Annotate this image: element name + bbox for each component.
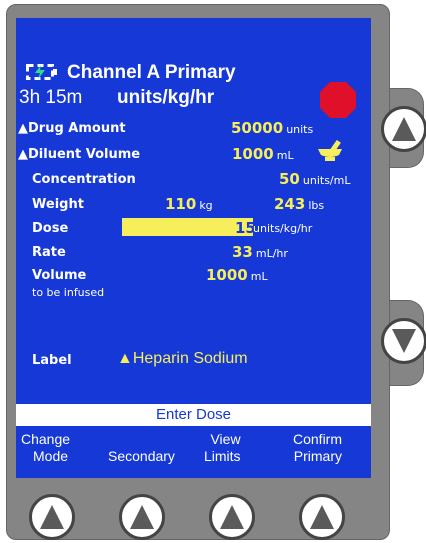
- scroll-up-button[interactable]: [381, 106, 426, 152]
- weight-kg-group[interactable]: 110 kg: [165, 195, 213, 214]
- weight-kg-value: 110: [165, 195, 197, 213]
- drug-amount-label: ▲Drug Amount: [18, 121, 126, 136]
- rate-unit: mL/hr: [255, 247, 288, 260]
- scroll-down-button[interactable]: [381, 318, 426, 364]
- softkey-view-limits-line1: View: [210, 431, 241, 447]
- softkey-button-4[interactable]: [299, 494, 345, 540]
- diluent-volume-value: 1000: [232, 145, 274, 163]
- softkey-secondary-line1: [108, 431, 175, 448]
- weight-lbs-unit: lbs: [308, 199, 325, 212]
- softkey-change-mode: Change Mode: [21, 431, 70, 465]
- up-arrow-icon: [130, 505, 154, 529]
- rate-value: 33: [232, 243, 253, 261]
- volume-label: Volume: [32, 268, 87, 283]
- softkey-button-3[interactable]: [209, 494, 255, 540]
- down-arrow-icon: [392, 329, 416, 353]
- dose-units-header: units/kg/hr: [117, 87, 215, 108]
- diluent-volume-label: ▲Diluent Volume: [18, 147, 141, 162]
- weight-kg-unit: kg: [199, 199, 213, 212]
- volume-value-group[interactable]: 1000 mL: [206, 266, 268, 285]
- weight-label: Weight: [32, 197, 84, 212]
- diluent-volume-unit: mL: [276, 149, 294, 162]
- rate-label: Rate: [32, 245, 66, 260]
- softkey-confirm-primary-line2: Primary: [293, 448, 343, 464]
- volume-value: 1000: [206, 266, 248, 284]
- stop-icon[interactable]: [319, 81, 357, 119]
- softkey-button-1[interactable]: [29, 494, 75, 540]
- drug-label-value: ▲Heparin Sodium: [117, 350, 248, 367]
- softkey-button-2[interactable]: [119, 494, 165, 540]
- concentration-value-group: 50 units/mL: [279, 170, 350, 189]
- softkey-confirm-primary: Confirm Primary: [293, 431, 342, 465]
- prompt-bar: Enter Dose: [16, 404, 371, 426]
- time-remaining: 3h 15m: [19, 87, 83, 108]
- concentration-label: Concentration: [32, 172, 136, 187]
- up-arrow-icon: [392, 117, 416, 141]
- battery-charging-icon: [26, 64, 57, 80]
- pump-screen: Channel A Primary 3h 15m units/kg/hr ▲Dr…: [16, 18, 371, 478]
- dose-label: Dose: [32, 221, 69, 236]
- drug-amount-value-group[interactable]: 50000 units: [231, 119, 313, 138]
- softkey-change-mode-line1: Change: [21, 431, 71, 447]
- channel-title: Channel A Primary: [67, 62, 236, 83]
- up-arrow-icon: [40, 505, 64, 529]
- softkey-view-limits-line2: Limits: [204, 448, 241, 464]
- volume-unit: mL: [250, 270, 268, 283]
- drug-amount-unit: units: [286, 123, 314, 136]
- drug-amount-value: 50000: [231, 119, 284, 137]
- concentration-value: 50: [279, 170, 300, 188]
- dose-input-field[interactable]: [122, 218, 253, 236]
- drug-label-caption: Label: [32, 353, 72, 368]
- softkey-secondary-line2: Secondary: [108, 448, 175, 464]
- infusion-pump-device: Channel A Primary 3h 15m units/kg/hr ▲Dr…: [0, 0, 426, 543]
- concentration-unit: units/mL: [302, 174, 351, 187]
- softkey-view-limits: View Limits: [204, 431, 241, 465]
- rate-value-group: 33 mL/hr: [232, 243, 288, 262]
- up-arrow-icon: [310, 505, 334, 529]
- softkey-secondary: Secondary: [108, 431, 175, 465]
- volume-sublabel: to be infused: [32, 286, 105, 299]
- softkey-confirm-primary-line1: Confirm: [293, 431, 343, 447]
- up-arrow-icon: [220, 505, 244, 529]
- dose-unit: units/kg/hr: [253, 222, 313, 235]
- weight-lbs-value: 243: [274, 195, 306, 213]
- softkey-change-mode-line2: Mode: [33, 448, 69, 464]
- diluent-volume-value-group[interactable]: 1000 mL: [232, 145, 294, 164]
- mortar-pestle-icon: [318, 140, 342, 161]
- weight-lbs-group: 243 lbs: [274, 195, 324, 214]
